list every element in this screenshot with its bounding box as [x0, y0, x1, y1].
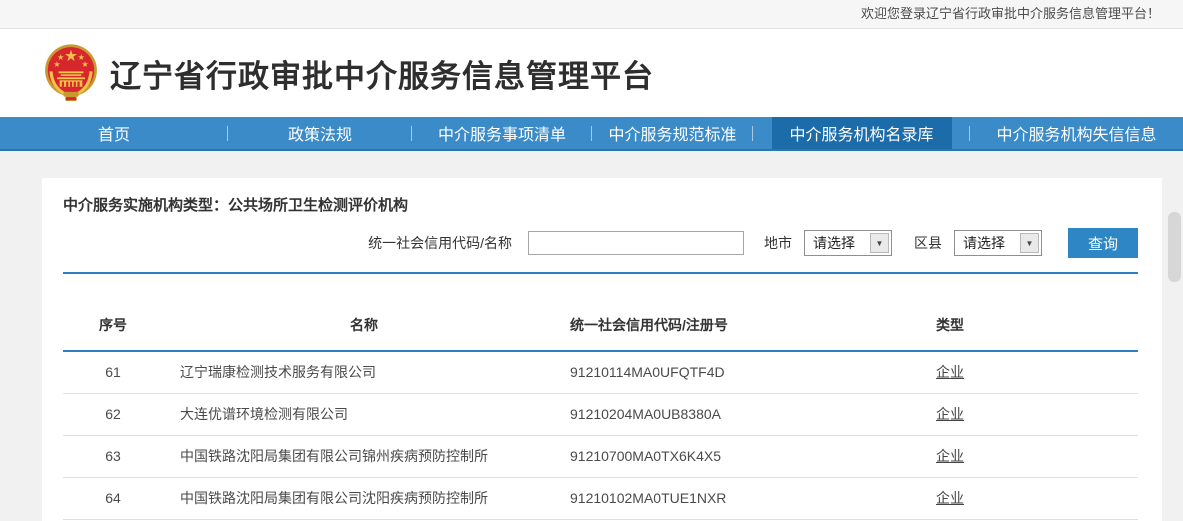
row-code: 91210700MA0TX6K4X5 — [565, 435, 875, 477]
row-name: 中国铁路沈阳局集团有限公司沈阳疾病预防控制所 — [163, 477, 565, 519]
table-row: 62 大连优谱环境检测有限公司 91210204MA0UB8380A 企业 — [63, 393, 1138, 435]
nav-item-dishonesty-info[interactable]: 中介服务机构失信信息 — [970, 117, 1183, 149]
row-type-link[interactable]: 企业 — [936, 490, 964, 506]
scrollbar-thumb[interactable] — [1168, 212, 1181, 282]
section-title: 中介服务实施机构类型：公共场所卫生检测评价机构 — [63, 194, 1138, 215]
nav-item-standards[interactable]: 中介服务规范标准 — [592, 117, 753, 149]
content-panel: 中介服务实施机构类型：公共场所卫生检测评价机构 统一社会信用代码/名称 地市 请… — [42, 178, 1162, 521]
search-button[interactable]: 查询 — [1068, 228, 1138, 258]
main-nav: 首页 政策法规 中介服务事项清单 中介服务规范标准 中介服务机构名录库 中介服务… — [0, 117, 1183, 151]
welcome-text: 欢迎您登录辽宁省行政审批中介服务信息管理平台！ — [861, 6, 1160, 21]
table-header-row: 序号 名称 统一社会信用代码/注册号 类型 — [63, 274, 1138, 351]
national-emblem-icon — [44, 43, 98, 103]
col-header-name: 名称 — [163, 274, 565, 351]
city-select[interactable]: 请选择 ▼ — [804, 230, 892, 256]
row-no: 62 — [63, 393, 163, 435]
row-name: 辽宁瑞康检测技术服务有限公司 — [163, 351, 565, 393]
site-header: 辽宁省行政审批中介服务信息管理平台 — [0, 29, 1183, 117]
row-type-link[interactable]: 企业 — [936, 448, 964, 464]
nav-item-policies[interactable]: 政策法规 — [228, 117, 412, 149]
row-no: 64 — [63, 477, 163, 519]
table-row: 61 辽宁瑞康检测技术服务有限公司 91210114MA0UFQTF4D 企业 — [63, 351, 1138, 393]
chevron-down-icon: ▼ — [870, 233, 889, 253]
row-no: 61 — [63, 351, 163, 393]
site-title: 辽宁省行政审批中介服务信息管理平台 — [110, 51, 654, 96]
table-row: 63 中国铁路沈阳局集团有限公司锦州疾病预防控制所 91210700MA0TX6… — [63, 435, 1138, 477]
row-type-link[interactable]: 企业 — [936, 364, 964, 380]
row-no: 63 — [63, 435, 163, 477]
nav-item-home[interactable]: 首页 — [0, 117, 228, 149]
main-content: 中介服务实施机构类型：公共场所卫生检测评价机构 统一社会信用代码/名称 地市 请… — [0, 151, 1183, 521]
table-row: 64 中国铁路沈阳局集团有限公司沈阳疾病预防控制所 91210102MA0TUE… — [63, 477, 1138, 519]
row-code: 91210114MA0UFQTF4D — [565, 351, 875, 393]
col-header-no: 序号 — [63, 274, 163, 351]
row-code: 91210102MA0TUE1NXR — [565, 477, 875, 519]
row-code: 91210204MA0UB8380A — [565, 393, 875, 435]
code-search-input[interactable] — [528, 231, 744, 255]
row-type-link[interactable]: 企业 — [936, 406, 964, 422]
row-name: 大连优谱环境检测有限公司 — [163, 393, 565, 435]
chevron-down-icon: ▼ — [1020, 233, 1039, 253]
county-select[interactable]: 请选择 ▼ — [954, 230, 1042, 256]
col-header-type: 类型 — [875, 274, 1025, 351]
col-header-code: 统一社会信用代码/注册号 — [565, 274, 875, 351]
search-bar: 统一社会信用代码/名称 地市 请选择 ▼ 区县 请选择 ▼ 查询 — [63, 228, 1138, 258]
row-name: 中国铁路沈阳局集团有限公司锦州疾病预防控制所 — [163, 435, 565, 477]
nav-item-service-list[interactable]: 中介服务事项清单 — [412, 117, 592, 149]
city-label: 地市 — [764, 233, 792, 253]
code-search-label: 统一社会信用代码/名称 — [368, 233, 512, 253]
county-label: 区县 — [914, 233, 942, 253]
topbar: 欢迎您登录辽宁省行政审批中介服务信息管理平台！ — [0, 0, 1183, 29]
nav-item-directory-active[interactable]: 中介服务机构名录库 — [753, 117, 970, 149]
institutions-table: 序号 名称 统一社会信用代码/注册号 类型 61 辽宁瑞康检测技术服务有限公司 … — [63, 274, 1138, 521]
